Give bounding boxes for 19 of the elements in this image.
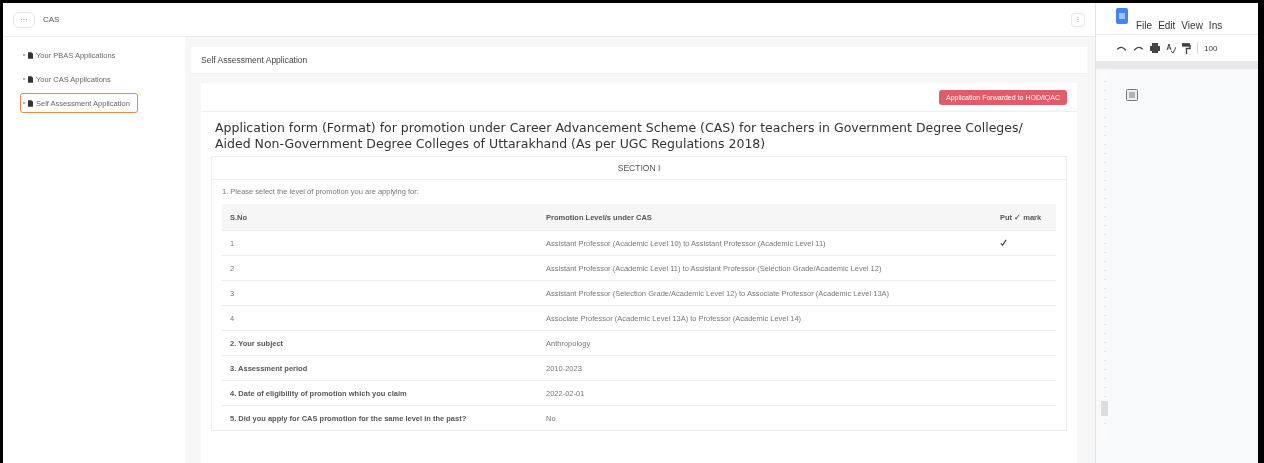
document-icon	[28, 75, 33, 83]
zoom-level[interactable]: 100	[1204, 43, 1218, 53]
redo-icon[interactable]	[1133, 44, 1144, 52]
document-icon	[28, 51, 33, 59]
section-heading: SECTION I	[617, 163, 661, 173]
print-icon[interactable]	[1150, 43, 1160, 53]
outline-icon[interactable]	[1126, 89, 1138, 101]
undo-icon[interactable]	[1116, 44, 1127, 52]
paint-format-icon[interactable]	[1182, 42, 1191, 54]
menu-item[interactable]: View	[1181, 20, 1203, 31]
form-title: Application form (Format) for promotion under Career Advancement Scheme (CAS) for teachers in Government Degree Colleges/ Aided Non-Government Degree Colleges of Uttarakhand (As per UGC Regulations 2018)	[214, 119, 1024, 153]
menu-item[interactable]: Edit	[1158, 20, 1176, 31]
spellcheck-icon[interactable]	[1166, 43, 1176, 53]
menu-item[interactable]: Ins	[1208, 20, 1223, 31]
document-logo-icon	[1116, 8, 1128, 24]
panel-header: Self Assessment Application	[191, 47, 1087, 74]
page-title: CAS	[43, 15, 60, 24]
menu-item[interactable]: File	[1136, 20, 1153, 31]
document-icon	[28, 99, 33, 107]
